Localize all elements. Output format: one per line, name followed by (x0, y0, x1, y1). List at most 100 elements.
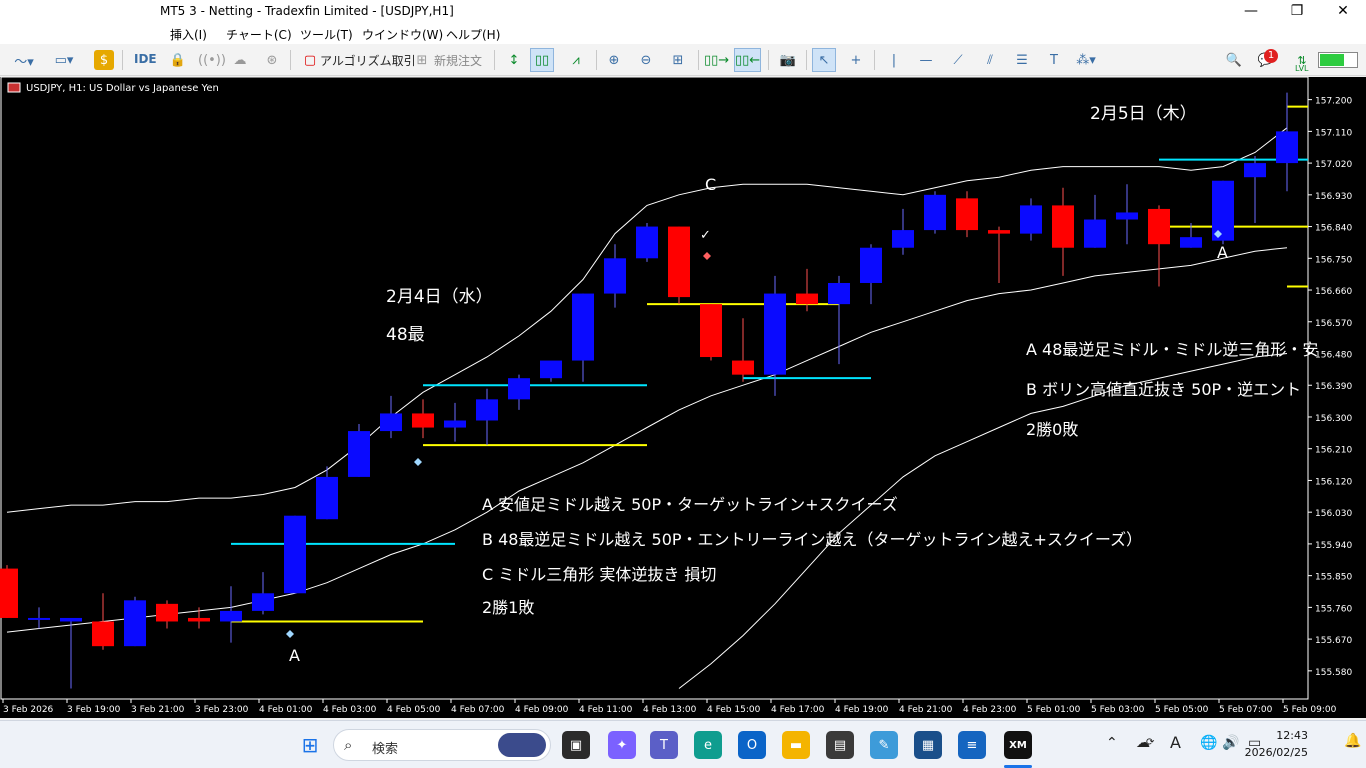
signal-icon[interactable]: ((•)) (198, 48, 226, 72)
candle-body (540, 360, 562, 379)
file-explorer-icon[interactable]: ▬ (782, 731, 810, 759)
chart-shift-icon[interactable]: ▯▯← (734, 48, 762, 72)
taskbar: ⊞ ⌕ 検索 ▣ ✦ T e O ▬ ▤ ✎ ▦ ≡ XM ⌃ ☁ ⟳ A 🌐 … (0, 720, 1366, 768)
vertical-line-icon[interactable]: | (882, 48, 906, 72)
candle-body (1212, 180, 1234, 241)
window-title: MT5 3 - Netting - Tradexfin Limited - [U… (160, 4, 454, 18)
vps-icon[interactable]: ⊛ (260, 48, 284, 72)
tray-chevron-icon[interactable]: ⌃ (1106, 735, 1118, 751)
menu-window[interactable]: ウインドウ(W) (362, 26, 443, 43)
candlestick-chart-icon[interactable]: ▯▯ (530, 48, 554, 72)
notepad-icon[interactable]: ≡ (958, 731, 986, 759)
time-label: 4 Feb 01:00 (259, 705, 313, 715)
candle-body (284, 515, 306, 594)
price-label: 156.840 (1315, 224, 1352, 234)
horizontal-line-icon[interactable]: — (914, 48, 938, 72)
check-mark: ✓ (700, 228, 711, 243)
bar-chart-icon[interactable]: ↕ (502, 48, 526, 72)
day1-line-a: A 安値足ミドル越え 50P・ターゲットライン+スクイーズ (482, 495, 898, 514)
terminal-icon[interactable]: ▤ (826, 731, 854, 759)
lock-icon[interactable]: 🔒 (166, 48, 190, 72)
cursor-icon[interactable]: ↖ (812, 48, 836, 72)
candle-body (668, 226, 690, 298)
price-label: 157.110 (1315, 128, 1352, 138)
ide-button[interactable]: IDE (134, 52, 157, 66)
grid-icon[interactable]: ⊞ (666, 48, 690, 72)
time-label: 5 Feb 01:00 (1027, 705, 1081, 715)
time-label: 4 Feb 23:00 (963, 705, 1017, 715)
text-tool-icon[interactable]: T (1042, 48, 1066, 72)
shapes-icon[interactable]: ⁂▾ (1074, 48, 1098, 72)
store-icon[interactable]: ▦ (914, 731, 942, 759)
price-label: 156.300 (1315, 414, 1352, 424)
new-order-button[interactable]: 新規注文 (434, 52, 482, 69)
xm-app-icon[interactable]: XM (1004, 731, 1032, 759)
candle-body (988, 230, 1010, 234)
candle-body (252, 593, 274, 611)
minimize-button[interactable]: — (1228, 0, 1274, 24)
candle-body (764, 293, 786, 375)
auto-scroll-icon[interactable]: ▯▯→ (704, 48, 729, 72)
time-label: 5 Feb 05:00 (1155, 705, 1209, 715)
time-label: 4 Feb 09:00 (515, 705, 569, 715)
algo-trading-button[interactable]: アルゴリズム取引 (320, 52, 416, 69)
clock[interactable]: 12:43 2026/02/25 (1245, 727, 1308, 761)
price-label: 156.030 (1315, 509, 1352, 519)
paint-icon[interactable]: ✎ (870, 731, 898, 759)
ime-indicator[interactable]: A (1170, 733, 1181, 752)
chart-area[interactable]: 157.200 157.110 157.020 156.930 156.840 156.7… (0, 77, 1366, 718)
candle-body (444, 420, 466, 428)
candle-body (1084, 219, 1106, 248)
new-order-icon[interactable]: ⊞ (410, 48, 434, 72)
search-icon[interactable]: 🔍 (1222, 48, 1246, 72)
candle-body (1052, 205, 1074, 248)
fibonacci-icon[interactable]: ☰ (1010, 48, 1034, 72)
trendline-icon[interactable]: ⟋ (946, 48, 970, 72)
search-label: 検索 (372, 742, 399, 757)
candle-body (1116, 212, 1138, 220)
speaker-icon[interactable]: 🔊 (1222, 735, 1239, 751)
day1-score: 2勝1敗 (482, 598, 534, 617)
market-icon[interactable]: $ (94, 50, 114, 70)
price-label: 156.660 (1315, 287, 1352, 297)
network-globe-icon[interactable]: 🌐 (1200, 735, 1217, 751)
menu-tools[interactable]: ツール(T) (300, 26, 353, 43)
day2-line-b: B ボリン高値直近抜き 50P・逆エント (1026, 380, 1301, 399)
teams-icon[interactable]: T (650, 731, 678, 759)
windows-start-icon[interactable]: ⊞ (296, 731, 324, 759)
notification-badge: 1 (1264, 49, 1278, 63)
time-label: 4 Feb 13:00 (643, 705, 697, 715)
candle-body (1180, 237, 1202, 248)
price-label: 156.120 (1315, 477, 1352, 487)
zoom-out-icon[interactable]: ⊖ (634, 48, 658, 72)
task-view-icon[interactable]: ▣ (562, 731, 590, 759)
menu-help[interactable]: ヘルプ(H) (446, 26, 500, 43)
time-label: 5 Feb 03:00 (1091, 705, 1145, 715)
maximize-button[interactable]: ❐ (1274, 0, 1320, 24)
title-bar: MT5 3 - Netting - Tradexfin Limited - [U… (0, 0, 1366, 24)
notification-bell-icon[interactable]: 🔔 (1344, 733, 1361, 749)
algo-trading-icon[interactable]: ▢ (298, 48, 322, 72)
candle-body (0, 568, 18, 618)
close-button[interactable]: ✕ (1320, 0, 1366, 24)
screenshot-icon[interactable]: 📷 (776, 48, 800, 72)
zoom-in-icon[interactable]: ⊕ (602, 48, 626, 72)
menu-chart[interactable]: チャート(C) (226, 26, 292, 43)
copilot-icon[interactable]: ✦ (608, 731, 636, 759)
channel-icon[interactable]: ⫽ (978, 48, 1002, 72)
time-label: 4 Feb 03:00 (323, 705, 377, 715)
line-chart-icon[interactable]: 〜▾ (12, 48, 36, 72)
candle-body (60, 617, 82, 622)
taskbar-search[interactable]: ⌕ 検索 (333, 729, 551, 761)
line-chart-mode-icon[interactable]: ⩘ (564, 48, 588, 72)
crosshair-icon[interactable]: + (844, 48, 868, 72)
edge-icon[interactable]: e (694, 731, 722, 759)
price-chart[interactable]: 157.200 157.110 157.020 156.930 156.840 156.7… (0, 77, 1366, 718)
indicators-icon[interactable]: ▭▾ (52, 48, 76, 72)
outlook-icon[interactable]: O (738, 731, 766, 759)
menu-insert[interactable]: 挿入(I) (170, 26, 207, 43)
menu-bar: 挿入(I) チャート(C) ツール(T) ウインドウ(W) ヘルプ(H) (0, 24, 1366, 44)
cloud-icon[interactable]: ☁ (228, 48, 252, 72)
search-icon: ⌕ (344, 736, 353, 754)
candle-body (188, 617, 210, 622)
